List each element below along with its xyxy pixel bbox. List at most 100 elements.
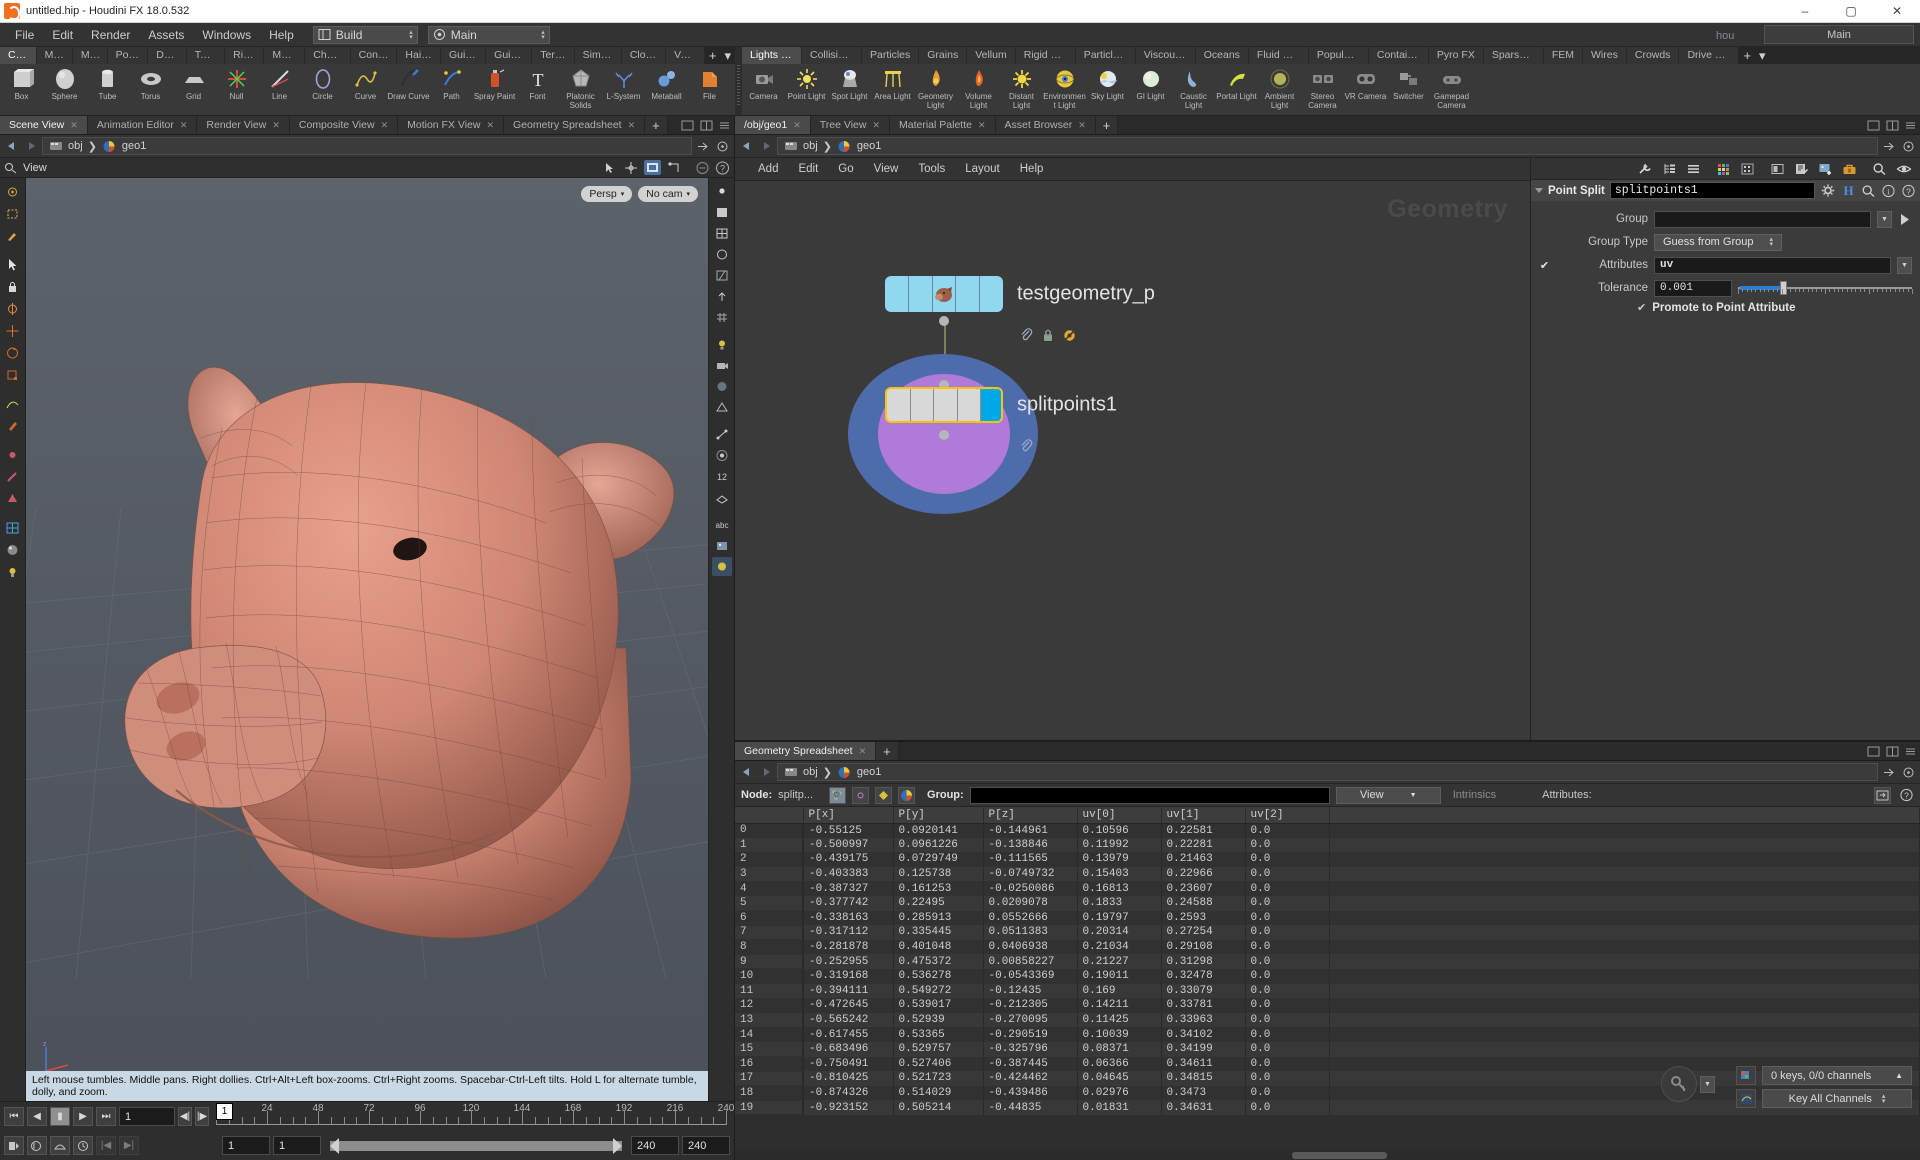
lock-icon[interactable] <box>1041 328 1055 343</box>
table-row[interactable]: 7 -0.317112 0.335445 0.0511383 0.20314 0.2725… <box>735 925 1920 941</box>
shelf-left-tab-8[interactable]: Charact... <box>305 47 351 64</box>
table-row[interactable]: 8 -0.281878 0.401048 0.0406938 0.21034 0.2910… <box>735 939 1920 955</box>
color-grid-icon[interactable] <box>1716 162 1731 176</box>
scene-path-field[interactable]: obj ❯ geo1 <box>42 137 692 155</box>
group-input[interactable] <box>1654 210 1871 228</box>
shelf-left-tab-14[interactable]: Simple FX <box>574 47 622 64</box>
layout-panel-icon[interactable] <box>1770 162 1785 176</box>
shelf-left-tab-10[interactable]: Hair Utils <box>397 47 441 64</box>
viewport-handle-icon[interactable] <box>623 161 639 175</box>
shelf-right-tab-16[interactable]: Crowds <box>1626 47 1680 64</box>
maximize-button[interactable]: ▢ <box>1828 0 1874 23</box>
desktop-main-label[interactable]: Main <box>1764 25 1914 44</box>
attributes-input[interactable]: uv <box>1654 256 1891 274</box>
tool-curve-edit-icon[interactable] <box>3 394 23 413</box>
shelf-left-add-tab-button[interactable]: + <box>705 47 721 64</box>
table-row[interactable]: 10 -0.319168 0.536278 -0.0543369 0.19011 0.32… <box>735 968 1920 985</box>
snap-multi-icon[interactable]: 12 <box>712 467 732 486</box>
scrollbar-thumb[interactable] <box>1291 1152 1387 1159</box>
tolerance-input[interactable]: 0.001 <box>1654 279 1732 297</box>
tool-point-icon[interactable] <box>3 445 23 464</box>
network-tab-2[interactable]: Material Palette ✕ <box>890 116 996 134</box>
pane-split-icon[interactable] <box>1886 120 1899 131</box>
table-row[interactable]: 4 -0.387327 0.161253 -0.0250086 0.16813 0.236… <box>735 881 1920 897</box>
shelf-right-tool-15[interactable]: Switcher <box>1387 66 1430 115</box>
table-row[interactable]: 15 -0.683496 0.529757 -0.325796 0.08371 0.341… <box>735 1041 1920 1057</box>
shelf-left-tool-11[interactable]: Spray Paint <box>473 66 516 115</box>
node-splitpoints1[interactable]: splitpoints1 <box>848 354 1117 514</box>
node-display-flag[interactable] <box>981 389 1001 421</box>
gs-path-jump-icon[interactable] <box>1882 765 1897 780</box>
spreadsheet-column-header-2[interactable]: P[y] <box>893 807 984 824</box>
gs-path-target-icon[interactable] <box>1901 765 1916 780</box>
shelf-right-tab-17[interactable]: Drive Sim... <box>1679 47 1740 64</box>
filter-vertices-icon[interactable] <box>852 786 870 804</box>
scene-view-add-tab-button[interactable]: + <box>645 116 668 134</box>
shelf-left-tool-15[interactable]: Metaball <box>645 66 688 115</box>
audio-toggle-icon[interactable] <box>27 1136 47 1155</box>
shelf-left-tool-12[interactable]: T Font <box>516 66 559 115</box>
keys-channels-info[interactable]: 0 keys, 0/0 channels ▲ <box>1762 1066 1912 1085</box>
playback-mode-icon[interactable] <box>50 1136 70 1155</box>
path-forward-icon[interactable] <box>23 139 38 154</box>
next-key-button[interactable]: |▶ <box>195 1107 209 1126</box>
scene-view-tab-1[interactable]: Animation Editor ✕ <box>87 116 198 134</box>
spreadsheet-column-header-3[interactable]: P[z] <box>983 807 1078 824</box>
shelf-left-tab-13[interactable]: Terrain... <box>532 47 575 64</box>
shelf-right-tool-6[interactable]: Distant Light <box>1000 66 1043 115</box>
table-row[interactable]: 13 -0.565242 0.52939 -0.270095 0.11425 0.3396… <box>735 1012 1920 1028</box>
timeline-playhead[interactable]: 1 <box>216 1102 233 1120</box>
spreadsheet-path-field[interactable]: obj ❯ geo1 <box>777 763 1878 781</box>
shelf-right-tool-11[interactable]: Portal Light <box>1215 66 1258 115</box>
display-smooth-icon[interactable] <box>712 245 732 264</box>
shelf-right-tab-2[interactable]: Particles <box>862 47 920 64</box>
current-frame-field[interactable]: 1 <box>119 1107 175 1126</box>
viewport-snap-icon[interactable] <box>666 161 682 175</box>
viewport-help-icon[interactable]: ? <box>715 161 730 175</box>
shelf-left-tab-6[interactable]: Rigging <box>225 47 265 64</box>
snap-point-icon[interactable] <box>712 446 732 465</box>
menu-assets[interactable]: Assets <box>139 23 193 47</box>
dot-grid-icon[interactable] <box>1740 162 1755 176</box>
shelf-left-tab-9[interactable]: Constrai... <box>350 47 398 64</box>
desktop-selector[interactable]: Main ▴ ▾ <box>427 25 550 44</box>
filter-detail-icon[interactable] <box>898 786 916 804</box>
group-chevron-down-icon[interactable]: ▼ <box>1877 210 1892 228</box>
table-row[interactable]: 14 -0.617455 0.53365 -0.290519 0.10039 0.3410… <box>735 1027 1920 1043</box>
shelf-left-tool-2[interactable]: Tube <box>86 66 129 115</box>
spreadsheet-column-header-7[interactable] <box>1329 807 1920 824</box>
spreadsheet-view-menu[interactable]: View ▼ <box>1335 786 1441 804</box>
gs-breadcrumb-geo1[interactable]: geo1 <box>857 766 881 778</box>
paperclip-icon[interactable] <box>1019 439 1034 454</box>
tool-brush-icon[interactable] <box>3 416 23 435</box>
jump-to-start-button[interactable]: ⏮ <box>4 1107 24 1126</box>
tool-light-icon[interactable] <box>3 562 23 581</box>
network-path-field[interactable]: obj ❯ geo1 <box>777 137 1878 155</box>
viewport-canvas[interactable]: Persp ▾ No cam ▾ z Left mouse tumbles. M… <box>26 178 708 1101</box>
add-image-icon[interactable] <box>1818 162 1833 176</box>
shelf-right-tab-15[interactable]: Wires <box>1583 47 1627 64</box>
network-menu-help[interactable]: Help <box>1011 158 1053 181</box>
shelf-left-tool-9[interactable]: Draw Curve <box>387 66 430 115</box>
display-ghost-icon[interactable] <box>712 377 732 396</box>
shelf-right-tab-5[interactable]: Rigid Bodies <box>1015 47 1076 64</box>
shelf-right-more-tabs-button[interactable]: ▾ <box>1755 47 1770 64</box>
shelf-left-tool-7[interactable]: Circle <box>301 66 344 115</box>
shelf-right-tab-7[interactable]: Viscous Fl... <box>1135 47 1196 64</box>
node-box-testgeometry[interactable] <box>885 276 1003 312</box>
table-row[interactable]: 3 -0.403383 0.125738 -0.0749732 0.15403 0.229… <box>735 866 1920 882</box>
close-icon[interactable]: ✕ <box>70 120 78 131</box>
spreadsheet-help-icon[interactable]: ? <box>1899 788 1914 802</box>
menu-help[interactable]: Help <box>260 23 303 47</box>
shelf-left-tab-1[interactable]: Modify <box>36 47 73 64</box>
shelf-right-tab-10[interactable]: Populate C... <box>1308 47 1369 64</box>
table-row[interactable]: 11 -0.394111 0.549272 -0.12435 0.169 0.33079 0… <box>735 983 1920 999</box>
viewport-lock-icon[interactable] <box>695 161 710 175</box>
shelf-left-tab-12[interactable]: Guide B... <box>486 47 533 64</box>
scene-view-tab-4[interactable]: Motion FX View ✕ <box>398 116 505 134</box>
construction-plane-icon[interactable] <box>712 488 732 507</box>
range-start-button[interactable]: |◀ <box>96 1136 116 1155</box>
tool-prim-icon[interactable] <box>3 489 23 508</box>
attributes-checkbox[interactable]: ✔ <box>1539 260 1550 272</box>
display-normals-icon[interactable] <box>712 287 732 306</box>
